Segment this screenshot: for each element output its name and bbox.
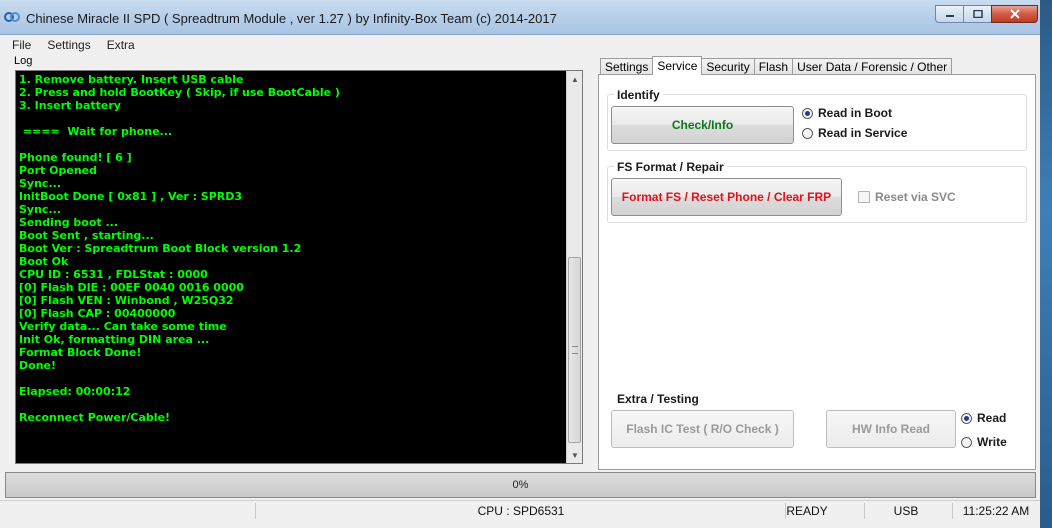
tab-service[interactable]: Service <box>652 56 703 75</box>
radio-checked-icon <box>961 412 972 424</box>
extra-testing-group: Extra / Testing Flash IC Test ( R/O Chec… <box>607 392 1027 458</box>
format-fs-button[interactable]: Format FS / Reset Phone / Clear FRP <box>611 178 842 216</box>
log-line: Sync... <box>19 177 61 190</box>
log-line: Done! <box>19 359 56 372</box>
log-scrollbar[interactable]: ▲ ▼ <box>566 71 582 463</box>
scroll-thumb[interactable] <box>568 257 581 443</box>
status-port: USB <box>864 503 947 519</box>
log-line: CPU ID : 6531 , FDLStat : 0000 <box>19 268 208 281</box>
log-line: Boot Ok <box>19 255 69 268</box>
close-icon <box>1009 9 1020 19</box>
menu-extra[interactable]: Extra <box>107 38 135 52</box>
radio-unchecked-icon <box>961 436 972 448</box>
log-line: 1. Remove battery. Insert USB cable <box>19 73 244 86</box>
menu-file[interactable]: File <box>12 38 31 52</box>
app-icon <box>4 12 20 22</box>
log-line <box>19 138 340 151</box>
log-line: Phone found! [ 6 ] <box>19 151 132 164</box>
progress-label: 0% <box>512 479 529 491</box>
log-line: InitBoot Done [ 0x81 ] , Ver : SPRD3 <box>19 190 243 203</box>
radio-checked-icon <box>802 107 813 119</box>
log-line <box>19 112 340 125</box>
service-panel: Identify Check/Info Read in Boot Read in… <box>598 74 1036 470</box>
fs-format-title: FS Format / Repair <box>614 160 727 174</box>
maximize-icon <box>972 10 983 18</box>
fs-format-group: FS Format / Repair Format FS / Reset Pho… <box>607 160 1027 223</box>
checkbox-icon <box>858 191 870 203</box>
log-output[interactable]: 1. Remove battery. Insert USB cable 2. Pr… <box>15 70 583 464</box>
minimize-button[interactable] <box>935 5 963 23</box>
menu-bar: File Settings Extra <box>0 35 1040 54</box>
log-line: [0] Flash DIE : 00EF 0040 0016 0000 <box>19 281 244 294</box>
log-line: Sending boot ... <box>19 216 119 229</box>
desktop-background <box>1040 0 1052 528</box>
identify-group: Identify Check/Info Read in Boot Read in… <box>607 88 1027 151</box>
read-in-boot-label: Read in Boot <box>818 106 892 120</box>
menu-settings[interactable]: Settings <box>47 38 90 52</box>
status-time: 11:25:22 AM <box>952 503 1039 519</box>
tab-settings[interactable]: Settings <box>600 58 654 75</box>
log-label: Log <box>14 55 33 67</box>
read-in-service-label: Read in Service <box>818 126 908 140</box>
hw-info-read-button[interactable]: HW Info Read <box>826 410 956 448</box>
minimize-icon <box>945 15 954 17</box>
log-line <box>19 372 340 385</box>
log-line: Boot Sent , starting... <box>19 229 154 242</box>
status-bar: CPU : SPD6531 READY USB 11:25:22 AM <box>0 500 1040 521</box>
log-lines: 1. Remove battery. Insert USB cable 2. Pr… <box>19 73 340 424</box>
caption-buttons <box>935 5 1038 25</box>
radio-unchecked-icon <box>802 127 813 139</box>
log-line: Reconnect Power/Cable! <box>19 411 171 424</box>
log-line: [0] Flash VEN : Winbond , W25Q32 <box>19 294 234 307</box>
log-line: Elapsed: 00:00:12 <box>19 385 131 398</box>
check-info-button[interactable]: Check/Info <box>611 106 794 144</box>
log-line: Init Ok, formatting DIN area ... <box>19 333 210 346</box>
read-label: Read <box>977 411 1007 425</box>
reset-via-svc-checkbox[interactable]: Reset via SVC <box>858 190 956 204</box>
log-line: [0] Flash CAP : 00400000 <box>19 307 176 320</box>
read-radio[interactable]: Read <box>961 411 1006 425</box>
tab-strip: Settings Service Security Flash User Dat… <box>600 56 953 75</box>
log-line: ==== Wait for phone... <box>19 125 173 138</box>
write-label: Write <box>977 435 1007 449</box>
log-line: Boot Ver : Spreadtrum Boot Block version… <box>19 242 302 255</box>
status-state: READY <box>785 503 828 519</box>
log-line: Verify data... Can take some time <box>19 320 227 333</box>
maximize-button[interactable] <box>963 5 991 23</box>
tab-flash[interactable]: Flash <box>753 58 794 75</box>
extra-testing-title: Extra / Testing <box>614 392 702 406</box>
flash-ic-test-button[interactable]: Flash IC Test ( R/O Check ) <box>611 410 794 448</box>
status-cpu: CPU : SPD6531 <box>255 503 786 519</box>
title-bar[interactable]: Chinese Miracle II SPD ( Spreadtrum Modu… <box>0 0 1040 35</box>
log-line: 3. Insert battery <box>19 99 121 112</box>
log-line: Format Block Done! <box>19 346 142 359</box>
app-window: Chinese Miracle II SPD ( Spreadtrum Modu… <box>0 0 1040 528</box>
tab-security[interactable]: Security <box>701 58 755 75</box>
log-line: Sync... <box>19 203 61 216</box>
tab-user-data[interactable]: User Data / Forensic / Other <box>792 58 953 75</box>
scroll-down-arrow-icon[interactable]: ▼ <box>567 447 582 463</box>
log-line <box>19 398 340 411</box>
write-radio[interactable]: Write <box>961 435 1007 449</box>
read-in-service-radio[interactable]: Read in Service <box>802 126 907 140</box>
scroll-up-arrow-icon[interactable]: ▲ <box>567 71 582 87</box>
progress-bar: 0% <box>5 472 1036 498</box>
reset-via-svc-label: Reset via SVC <box>875 190 956 204</box>
close-button[interactable] <box>991 5 1038 23</box>
log-line: 2. Press and hold BootKey ( Skip, if use… <box>19 86 340 99</box>
window-title: Chinese Miracle II SPD ( Spreadtrum Modu… <box>26 11 557 26</box>
log-line: Port Opened <box>19 164 97 177</box>
identify-title: Identify <box>614 88 663 102</box>
read-in-boot-radio[interactable]: Read in Boot <box>802 106 892 120</box>
